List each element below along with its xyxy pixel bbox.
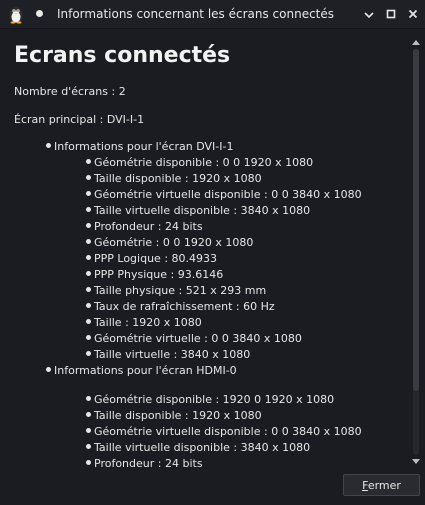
window-menu-dot[interactable] (36, 10, 43, 17)
bullet-icon (86, 396, 91, 401)
list-item: Profondeur : 24 bits (94, 457, 203, 469)
scroll-down-arrow-icon (412, 459, 420, 464)
list-item: Taille virtuelle disponible : 3840 x 108… (94, 441, 311, 454)
close-button-label: ermer (367, 479, 401, 492)
bullet-icon (86, 303, 91, 308)
detail-row: Géométrie disponible : 1920 0 1920 x 108… (86, 392, 334, 408)
scroll-up-arrow-icon (412, 40, 420, 45)
bullet-icon (86, 287, 91, 292)
detail-row: Taille virtuelle disponible : 3840 x 108… (86, 440, 310, 456)
bullet-icon (46, 367, 51, 372)
detail-row: Taille disponible : 1920 x 1080 (86, 408, 262, 424)
list-item: Informations pour l'écran DVI-I-1 (54, 140, 234, 153)
list-item: Géométrie : 0 0 1920 x 1080 (94, 236, 254, 249)
list-item: Taille virtuelle : 3840 x 1080 (94, 348, 251, 361)
vertical-scrollbar[interactable] (411, 37, 421, 467)
window-title: Informations concernant les écrans conne… (56, 7, 335, 21)
bullet-icon (86, 460, 91, 465)
detail-row: Taille disponible : 1920 x 1080 (86, 171, 262, 187)
detail-row: PPP Logique : 80.4933 (86, 251, 217, 267)
screen-info-window: Informations concernant les écrans conne… (0, 0, 425, 505)
bullet-icon (86, 412, 91, 417)
scroll-up-button[interactable] (411, 37, 421, 47)
detail-row: Géométrie : 0 0 1920 x 1080 (86, 235, 253, 251)
screen-header-dvi: Informations pour l'écran DVI-I-1 (46, 139, 233, 155)
bullet-icon (86, 207, 91, 212)
close-icon (408, 9, 418, 19)
scroll-down-button[interactable] (411, 457, 421, 467)
list-item: PPP Logique : 80.4933 (94, 252, 218, 265)
detail-row: Géométrie virtuelle : 0 0 3840 x 1080 (86, 331, 302, 347)
maximize-button[interactable] (383, 6, 399, 22)
list-item: Géométrie virtuelle disponible : 0 0 384… (94, 188, 362, 201)
detail-row: Taux de rafraîchissement : 60 Hz (86, 299, 275, 315)
screen-info-content[interactable]: Ecrans connectés Nombre d'écrans : 2 Écr… (0, 29, 411, 469)
minimize-button[interactable] (361, 6, 377, 22)
bullet-icon (86, 428, 91, 433)
detail-row: Géométrie virtuelle disponible : 0 0 384… (86, 424, 362, 440)
bullet-icon (86, 255, 91, 260)
bullet-icon (86, 223, 91, 228)
bullet-icon (46, 143, 51, 148)
title-bar[interactable]: Informations concernant les écrans conne… (0, 0, 425, 29)
detail-row: Taille virtuelle : 3840 x 1080 (86, 347, 250, 363)
detail-row: Taille : 1920 x 1080 (86, 315, 202, 331)
minimize-icon (364, 12, 374, 19)
detail-row: PPP Physique : 93.6146 (86, 267, 223, 283)
bullet-icon (86, 351, 91, 356)
list-item: Géométrie disponible : 0 0 1920 x 1080 (94, 156, 314, 169)
detail-row: Géométrie disponible : 0 0 1920 x 1080 (86, 155, 313, 171)
list-item: Géométrie virtuelle disponible : 0 0 384… (94, 425, 362, 438)
list-item: Taille disponible : 1920 x 1080 (94, 409, 262, 422)
screen-count-text: Nombre d'écrans : 2 (14, 85, 126, 98)
scroll-track[interactable] (413, 49, 419, 455)
detail-row: Profondeur : 24 bits (86, 456, 203, 469)
list-item: Géométrie virtuelle : 0 0 3840 x 1080 (94, 332, 302, 345)
bullet-icon (86, 191, 91, 196)
list-item: Taux de rafraîchissement : 60 Hz (94, 300, 275, 313)
detail-row: Profondeur : 24 bits (86, 219, 203, 235)
bullet-icon (86, 335, 91, 340)
list-item: Taille virtuelle disponible : 3840 x 108… (94, 204, 311, 217)
close-window-button[interactable] (405, 6, 421, 22)
list-item: Taille physique : 521 x 293 mm (94, 284, 267, 297)
bullet-icon (86, 271, 91, 276)
list-item: Informations pour l'écran HDMI-0 (54, 364, 237, 377)
penguin-app-icon[interactable] (6, 4, 26, 24)
page-title: Ecrans connectés (14, 43, 231, 68)
primary-screen-text: Écran principal : DVI-I-1 (14, 113, 145, 126)
bullet-icon (86, 319, 91, 324)
detail-row: Taille virtuelle disponible : 3840 x 108… (86, 203, 310, 219)
bullet-icon (86, 239, 91, 244)
list-item: PPP Physique : 93.6146 (94, 268, 224, 281)
bullet-icon (86, 159, 91, 164)
detail-row: Taille physique : 521 x 293 mm (86, 283, 266, 299)
bullet-icon (86, 175, 91, 180)
screen-header-hdmi: Informations pour l'écran HDMI-0 (46, 363, 237, 379)
close-button[interactable]: Fermer (343, 474, 420, 496)
detail-row: Géométrie virtuelle disponible : 0 0 384… (86, 187, 362, 203)
list-item: Taille disponible : 1920 x 1080 (94, 172, 262, 185)
scroll-thumb[interactable] (413, 49, 419, 391)
maximize-icon (386, 9, 396, 19)
list-item: Taille : 1920 x 1080 (94, 316, 202, 329)
bullet-icon (86, 444, 91, 449)
list-item: Profondeur : 24 bits (94, 220, 203, 233)
list-item: Géométrie disponible : 1920 0 1920 x 108… (94, 393, 335, 406)
